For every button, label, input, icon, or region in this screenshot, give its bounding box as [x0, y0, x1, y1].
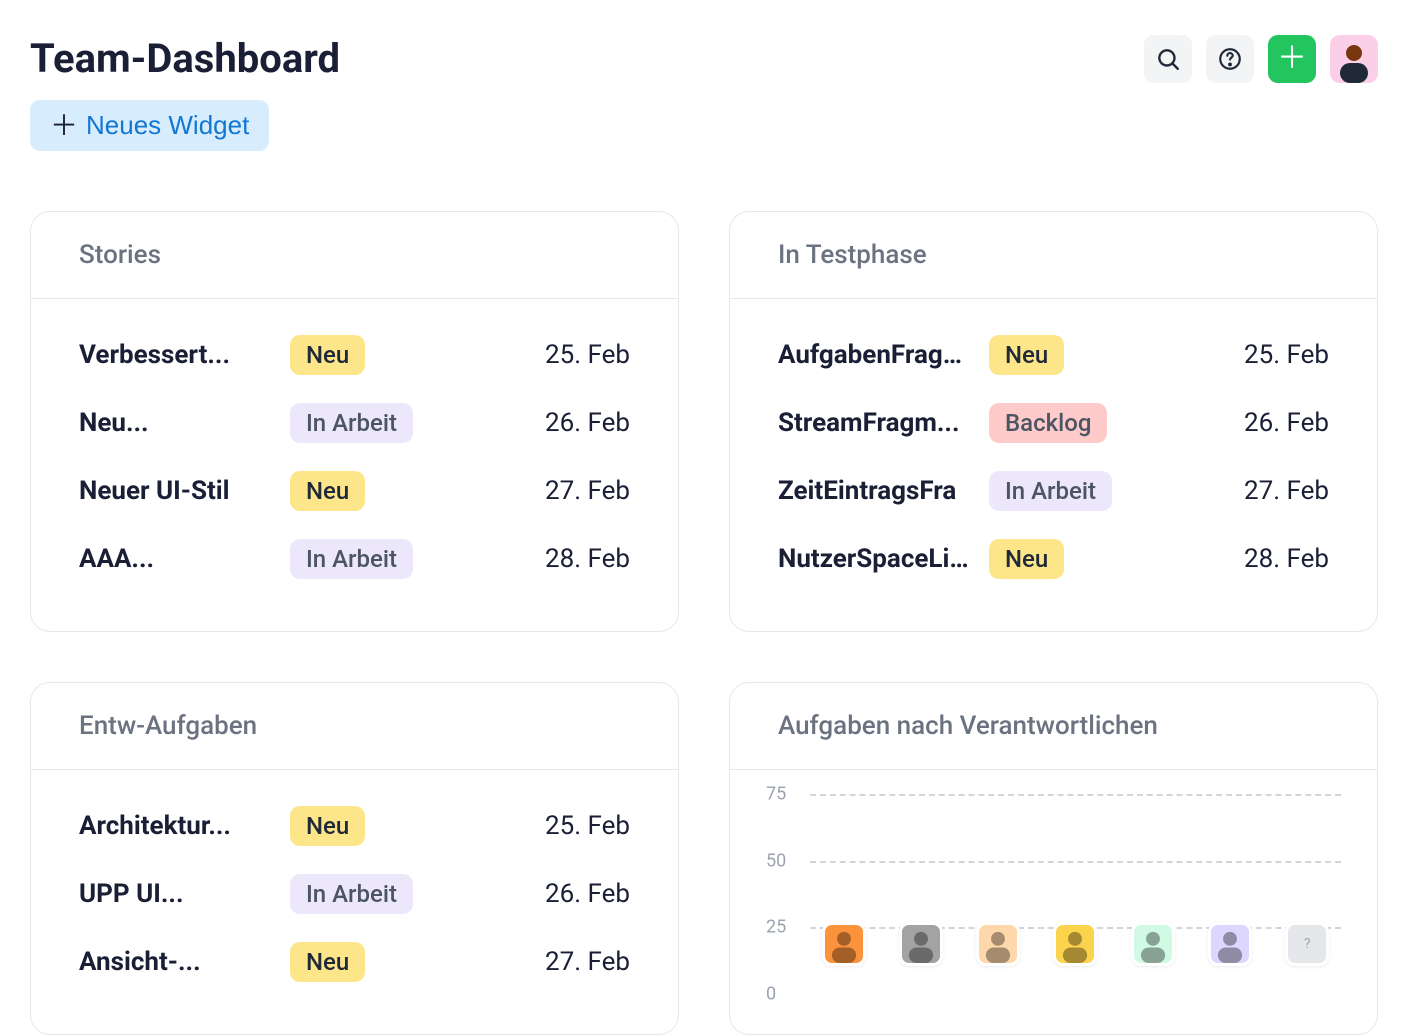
card-title: In Testphase — [730, 212, 1377, 299]
assignee-avatar-unknown[interactable]: ? — [1285, 922, 1329, 966]
assignee-avatar[interactable] — [1208, 922, 1252, 966]
item-title: StreamFragm... — [778, 408, 969, 438]
assignee-avatar[interactable] — [899, 922, 943, 966]
plus-icon: ＋ — [50, 112, 78, 140]
card-title: Aufgaben nach Verantwortlichen — [730, 683, 1377, 770]
list-item[interactable]: AufgabenFragm... Neu 25. Feb — [778, 335, 1329, 375]
item-date: 25. Feb — [1244, 340, 1329, 370]
assignee-avatar[interactable] — [1131, 922, 1175, 966]
status-badge: Neu — [989, 539, 1064, 579]
y-tick-label: 50 — [766, 850, 786, 871]
item-title: AufgabenFragm... — [778, 340, 969, 370]
list-item[interactable]: Architektur... Neu 25. Feb — [79, 806, 630, 846]
item-date: 28. Feb — [545, 544, 630, 574]
item-title: Ansicht-... — [79, 947, 270, 977]
header-left: Team-Dashboard ＋ Neues Widget — [30, 35, 340, 151]
y-tick-label: 75 — [766, 784, 786, 805]
item-date: 26. Feb — [545, 408, 630, 438]
item-title: Verbessert... — [79, 340, 270, 370]
list-item[interactable]: Neu... In Arbeit 26. Feb — [79, 403, 630, 443]
item-title: UPP UI... — [79, 879, 270, 909]
avatar-image — [1330, 35, 1378, 83]
item-title: Neuer UI-Stil — [79, 476, 270, 506]
item-title: Architektur... — [79, 811, 270, 841]
user-avatar[interactable] — [1330, 35, 1378, 83]
y-tick-label: 25 — [766, 917, 786, 938]
item-date: 27. Feb — [1244, 476, 1329, 506]
status-badge: Neu — [290, 335, 365, 375]
card-stories: Stories Verbessert... Neu 25. Feb Neu...… — [30, 211, 679, 632]
assignee-avatar[interactable] — [1053, 922, 1097, 966]
list-item[interactable]: Neuer UI-Stil Neu 27. Feb — [79, 471, 630, 511]
new-widget-label: Neues Widget — [86, 110, 249, 141]
list-item[interactable]: Verbessert... Neu 25. Feb — [79, 335, 630, 375]
chart-body: 0 25 50 75? — [730, 770, 1377, 1004]
card-title: Entw-Aufgaben — [31, 683, 678, 770]
list-item[interactable]: NutzerSpaceListe Neu 28. Feb — [778, 539, 1329, 579]
status-badge: In Arbeit — [989, 471, 1112, 511]
y-tick-label: 0 — [766, 984, 776, 1005]
card-body: Verbessert... Neu 25. Feb Neu... In Arbe… — [31, 299, 678, 631]
card-body: AufgabenFragm... Neu 25. Feb StreamFragm… — [730, 299, 1377, 631]
header-right: ＋ — [1144, 35, 1378, 83]
status-badge: In Arbeit — [290, 539, 413, 579]
item-date: 27. Feb — [545, 947, 630, 977]
help-button[interactable] — [1206, 35, 1254, 83]
status-badge: Neu — [290, 942, 365, 982]
item-date: 26. Feb — [545, 879, 630, 909]
card-title: Stories — [31, 212, 678, 299]
status-badge: Neu — [290, 471, 365, 511]
card-testphase: In Testphase AufgabenFragm... Neu 25. Fe… — [729, 211, 1378, 632]
assignee-avatar[interactable] — [976, 922, 1020, 966]
bars-container: ? — [810, 794, 1341, 994]
item-title: AAA... — [79, 544, 270, 574]
card-body: Architektur... Neu 25. Feb UPP UI... In … — [31, 770, 678, 1034]
item-date: 28. Feb — [1244, 544, 1329, 574]
page-title: Team-Dashboard — [30, 35, 340, 82]
item-title: Neu... — [79, 408, 270, 438]
dashboard-grid: Stories Verbessert... Neu 25. Feb Neu...… — [30, 211, 1378, 1035]
add-button[interactable]: ＋ — [1268, 35, 1316, 83]
plus-icon: ＋ — [1277, 44, 1307, 74]
search-button[interactable] — [1144, 35, 1192, 83]
new-widget-button[interactable]: ＋ Neues Widget — [30, 100, 269, 151]
status-badge: In Arbeit — [290, 403, 413, 443]
item-date: 25. Feb — [545, 811, 630, 841]
item-date: 25. Feb — [545, 340, 630, 370]
card-entw-aufgaben: Entw-Aufgaben Architektur... Neu 25. Feb… — [30, 682, 679, 1035]
header: Team-Dashboard ＋ Neues Widget ＋ — [30, 35, 1378, 151]
item-date: 27. Feb — [545, 476, 630, 506]
search-icon — [1155, 46, 1181, 72]
item-title: NutzerSpaceListe — [778, 544, 969, 574]
status-badge: Neu — [290, 806, 365, 846]
assignee-avatar[interactable] — [822, 922, 866, 966]
status-badge: Backlog — [989, 403, 1107, 443]
list-item[interactable]: StreamFragm... Backlog 26. Feb — [778, 403, 1329, 443]
help-icon — [1217, 46, 1243, 72]
list-item[interactable]: UPP UI... In Arbeit 26. Feb — [79, 874, 630, 914]
item-date: 26. Feb — [1244, 408, 1329, 438]
list-item[interactable]: ZeitEintragsFra In Arbeit 27. Feb — [778, 471, 1329, 511]
status-badge: In Arbeit — [290, 874, 413, 914]
status-badge: Neu — [989, 335, 1064, 375]
card-assignee-chart: Aufgaben nach Verantwortlichen 0 25 50 75? — [729, 682, 1378, 1035]
item-title: ZeitEintragsFra — [778, 476, 969, 506]
chart-area: 0255075? — [810, 794, 1341, 994]
list-item[interactable]: AAA... In Arbeit 28. Feb — [79, 539, 630, 579]
list-item[interactable]: Ansicht-... Neu 27. Feb — [79, 942, 630, 982]
